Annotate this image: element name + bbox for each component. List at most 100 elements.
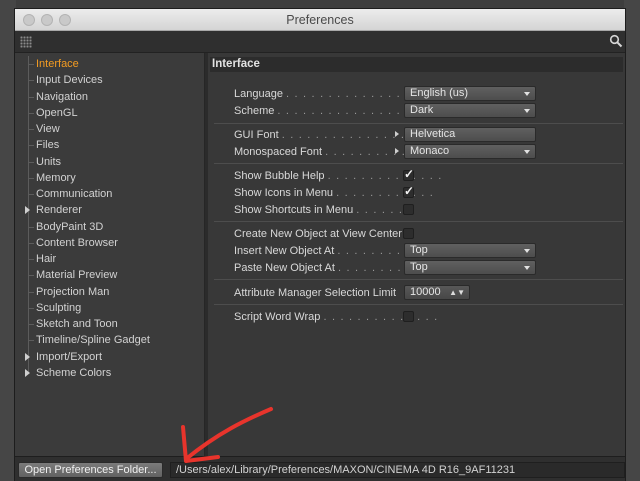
sidebar-item[interactable]: Import/Export — [15, 348, 204, 365]
sidebar-item[interactable]: View — [15, 121, 204, 138]
tree-branch — [28, 194, 34, 195]
sidebar-item[interactable]: Interface — [15, 56, 204, 73]
sidebar-item-label: Content Browser — [36, 236, 118, 249]
tree-branch — [28, 177, 34, 179]
sidebar-item[interactable]: Sketch and Toon — [15, 316, 204, 333]
insert-at-dropdown[interactable]: Top — [404, 243, 536, 258]
leader-dots: . . . . . . . . . . . . . . — [323, 311, 439, 323]
sidebar-item[interactable]: Units — [15, 153, 204, 170]
tree-branch — [28, 112, 34, 114]
icons-menu-label: Show Icons in Menu — [234, 187, 334, 199]
sidebar-item[interactable]: Communication — [15, 186, 204, 203]
stepper-arrows-icon[interactable]: ▲▼ — [449, 286, 465, 299]
sidebar-item-label: Input Devices — [36, 74, 103, 87]
bubble-help-label: Show Bubble Help — [234, 170, 325, 182]
sidebar-item-label: Memory — [36, 171, 76, 184]
word-wrap-row: Script Word Wrap . . . . . . . . . . . .… — [234, 309, 534, 325]
icons-menu-checkbox[interactable] — [403, 184, 414, 198]
minimize-window-button[interactable] — [41, 14, 53, 26]
titlebar[interactable]: Preferences — [15, 9, 625, 31]
sidebar-item-label: Units — [36, 155, 62, 168]
attr-limit-value: 10000 — [410, 286, 441, 298]
sidebar-item-label: OpenGL — [36, 106, 78, 119]
sidebar-item-label: Scheme Colors — [36, 366, 112, 379]
sidebar-item-label: BodyPaint 3D — [36, 220, 104, 233]
sidebar-item[interactable]: Projection Man — [15, 283, 204, 300]
tree-branch — [28, 307, 34, 309]
icons-menu-row: Show Icons in Menu . . . . . . . . . . .… — [234, 185, 534, 201]
sidebar-item[interactable]: Memory — [15, 169, 204, 186]
tree-branch — [28, 129, 34, 130]
font-submenu-icon — [395, 148, 399, 154]
sidebar-item-label: Material Preview — [36, 269, 118, 282]
bubble-help-checkbox[interactable] — [403, 167, 414, 181]
create-center-checkbox[interactable] — [403, 228, 414, 239]
sidebar-item[interactable]: Files — [15, 137, 204, 154]
close-window-button[interactable] — [23, 14, 35, 26]
shortcuts-menu-row: Show Shortcuts in Menu . . . . . . . — [234, 202, 534, 218]
expand-arrow-icon[interactable] — [25, 352, 30, 361]
sidebar-item-label: Timeline/Spline Gadget — [36, 334, 150, 347]
separator — [214, 163, 623, 164]
attr-limit-field[interactable]: 10000 ▲▼ — [404, 285, 470, 300]
sidebar-item[interactable]: Renderer — [15, 202, 204, 219]
leader-dots: . . . . . . . . . . . . . . — [327, 170, 443, 182]
separator — [214, 304, 623, 305]
sidebar-item[interactable]: Hair — [15, 251, 204, 268]
tree-branch — [28, 291, 34, 293]
word-wrap-checkbox[interactable] — [403, 311, 414, 322]
sidebar-item[interactable]: Content Browser — [15, 234, 204, 251]
sidebar-item[interactable]: Navigation — [15, 88, 204, 105]
sidebar-item[interactable]: Sculpting — [15, 299, 204, 316]
sidebar-tree: Interface Input Devices Navigation OpenGL Vi… — [15, 53, 204, 381]
sidebar-item[interactable]: Material Preview — [15, 267, 204, 284]
sidebar-item[interactable]: Input Devices — [15, 72, 204, 89]
desktop-backdrop-right — [624, 0, 640, 481]
separator — [214, 123, 623, 124]
shortcuts-menu-checkbox[interactable] — [403, 204, 414, 215]
sidebar-item[interactable]: Timeline/Spline Gadget — [15, 332, 204, 349]
gui-font-selector[interactable]: Helvetica — [404, 127, 536, 142]
mono-font-label: Monospaced Font — [234, 146, 323, 158]
tree-branch — [28, 64, 34, 65]
bubble-help-row: Show Bubble Help . . . . . . . . . . . .… — [234, 168, 534, 184]
preferences-sidebar: Interface Input Devices Navigation OpenGL Vi… — [15, 53, 205, 456]
tree-branch — [28, 226, 34, 228]
sidebar-item-label: Interface — [36, 58, 79, 70]
grip-icon[interactable] — [20, 36, 32, 48]
expand-arrow-icon[interactable] — [25, 368, 30, 377]
sidebar-item[interactable]: BodyPaint 3D — [15, 218, 204, 235]
attr-limit-label: Attribute Manager Selection Limit — [234, 287, 397, 299]
tree-branch — [28, 259, 34, 260]
tree-branch — [28, 161, 34, 163]
language-dropdown[interactable]: English (us) — [404, 86, 536, 101]
preferences-path-field[interactable]: /Users/alex/Library/Preferences/MAXON/CI… — [170, 462, 625, 478]
sidebar-item-label: Import/Export — [36, 350, 103, 363]
create-center-label: Create New Object at View Center — [234, 228, 402, 240]
interface-settings-panel: Interface Language . . . . . . . . . . .… — [208, 53, 625, 456]
sidebar-item-label: Hair — [36, 253, 57, 265]
tree-branch — [28, 324, 34, 325]
expand-arrow-icon[interactable] — [25, 206, 30, 215]
window-title: Preferences — [286, 13, 354, 27]
scheme-dropdown[interactable]: Dark — [404, 103, 536, 118]
search-icon[interactable] — [609, 34, 623, 48]
zoom-window-button[interactable] — [59, 14, 71, 26]
sidebar-item-label: Files — [36, 139, 60, 152]
attr-limit-row: Attribute Manager Selection Limit — [234, 285, 534, 301]
footer-bar: Open Preferences Folder... /Users/alex/L… — [15, 456, 625, 481]
tree-branch — [28, 340, 34, 342]
toolbar — [15, 31, 625, 53]
sidebar-item[interactable]: Scheme Colors — [15, 364, 204, 381]
mono-font-dropdown[interactable]: Monaco — [404, 144, 536, 159]
insert-at-label: Insert New Object At — [234, 245, 335, 257]
tree-branch — [28, 145, 34, 147]
sidebar-item[interactable]: OpenGL — [15, 104, 204, 121]
sidebar-item-label: Sculpting — [36, 301, 82, 314]
tree-branch — [28, 80, 34, 82]
sidebar-item-label: Renderer — [36, 204, 82, 217]
panel-header: Interface — [210, 57, 623, 72]
tree-branch — [28, 275, 34, 277]
paste-at-dropdown[interactable]: Top — [404, 260, 536, 275]
open-preferences-folder-button[interactable]: Open Preferences Folder... — [18, 462, 163, 478]
